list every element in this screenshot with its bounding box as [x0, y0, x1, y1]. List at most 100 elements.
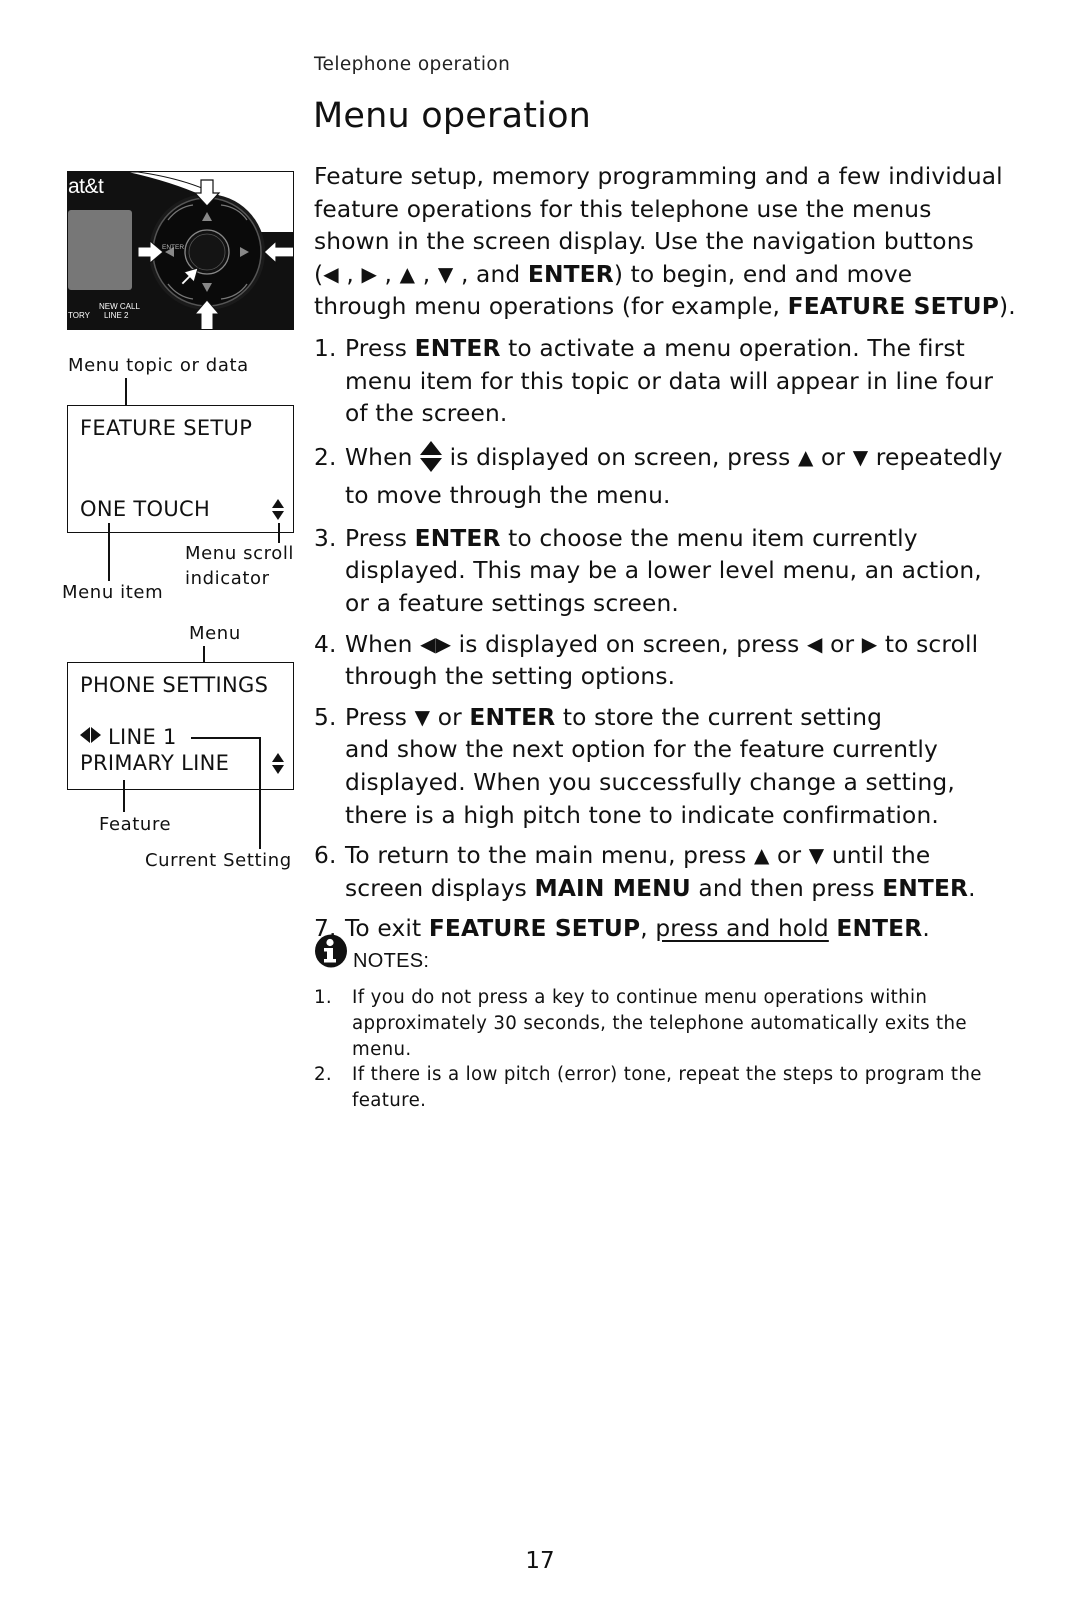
- text: ,: [640, 915, 656, 943]
- text: or: [813, 443, 853, 471]
- note-1: 1. If you do not press a key to continue…: [314, 985, 1034, 1062]
- line2-key-label: LINE 2: [104, 311, 129, 320]
- text: menu item for this topic or data will ap…: [345, 367, 994, 395]
- callout-line: [203, 646, 205, 662]
- up-arrow-icon: ▲: [753, 843, 770, 868]
- text: displayed. This may be a lower level men…: [345, 557, 982, 585]
- text: and show the next option for the feature…: [345, 736, 938, 764]
- scroll-indicator-icon: [272, 499, 284, 521]
- enter-key-name: ENTER: [527, 260, 614, 288]
- text: or: [769, 842, 809, 870]
- text: , and: [453, 260, 528, 288]
- lcd-menu-topic: FEATURE SETUP: [80, 416, 253, 440]
- text: .: [968, 874, 976, 902]
- callout-current-setting: Current Setting: [145, 850, 292, 871]
- left-right-indicator-icon: [80, 727, 102, 743]
- right-arrow-icon: ▶: [361, 261, 377, 286]
- text: To return to the main menu, press: [345, 842, 754, 870]
- callout-line: [123, 780, 125, 812]
- main-menu-term: MAIN MENU: [534, 874, 691, 902]
- info-icon: [315, 934, 347, 968]
- enter-key-label: ENTER: [162, 244, 185, 251]
- lcd-menu-item: ONE TOUCH: [80, 497, 211, 521]
- lcd-menu-title: PHONE SETTINGS: [80, 673, 269, 697]
- separator: ,: [415, 260, 438, 288]
- step-1: 1. Press ENTER to activate a menu operat…: [314, 333, 1044, 431]
- step-number: 3.: [314, 524, 337, 552]
- text: Press: [345, 524, 415, 552]
- press-and-hold-emphasis: press and hold: [655, 915, 829, 943]
- left-arrow-icon: ◀: [323, 261, 339, 286]
- callout-menu: Menu: [189, 623, 241, 644]
- feature-setup-term: FEATURE SETUP: [428, 915, 641, 943]
- up-arrow-icon: ▲: [797, 444, 814, 469]
- key-name: ENTER: [414, 524, 501, 552]
- page-number: 17: [525, 1548, 555, 1574]
- callout-line: [108, 523, 110, 581]
- text: When: [345, 443, 421, 471]
- text: or: [430, 703, 470, 731]
- right-arrow-icon: ▶: [861, 631, 878, 656]
- callout-menu-item: Menu item: [62, 582, 164, 603]
- down-arrow-icon: ▼: [852, 444, 869, 469]
- step-2: 2. When is displayed on screen, press ▲ …: [314, 439, 1044, 515]
- down-arrow-icon: ▼: [808, 843, 825, 868]
- text: to move through the menu.: [345, 481, 671, 509]
- callout-line: [191, 737, 260, 739]
- callout-feature: Feature: [99, 814, 172, 835]
- text: is displayed on screen, press: [442, 443, 798, 471]
- up-arrow-icon: ▲: [399, 261, 416, 286]
- brand-logo: at&t: [68, 175, 104, 198]
- text: through the setting options.: [345, 663, 676, 691]
- text: there is a high pitch tone to indicate c…: [345, 801, 939, 829]
- callout-scroll-indicator-1: Menu scroll: [185, 543, 295, 564]
- separator: ,: [338, 260, 362, 288]
- step-3: 3. Press ENTER to choose the menu item c…: [314, 523, 1044, 621]
- step-number: 1.: [314, 334, 337, 362]
- key-name: ENTER: [414, 334, 501, 362]
- instructions-body: Feature setup, memory programming and a …: [314, 161, 1044, 954]
- text: is displayed on screen, press: [451, 630, 807, 658]
- step-5: 5. Press ▼ or ENTER to store the current…: [314, 702, 1044, 832]
- text: To exit: [345, 915, 429, 943]
- up-down-indicator-icon: [420, 440, 443, 474]
- text: until the: [824, 842, 931, 870]
- text: ) to begin, end and move: [613, 260, 913, 288]
- phone-keypad-illustration: at&t ENTER TORY NEW CALL LINE 2: [67, 171, 294, 330]
- step-number: 4.: [314, 630, 337, 658]
- lcd-current-setting: LINE 1: [108, 725, 177, 749]
- intro-line: Feature setup, memory programming and a …: [314, 163, 1003, 190]
- text: feature.: [352, 1090, 427, 1112]
- step-7: 7. To exit FEATURE SETUP, press and hold…: [314, 913, 1044, 946]
- text: of the screen.: [345, 400, 508, 428]
- left-arrow-icon: ◀: [807, 631, 823, 656]
- key-name: ENTER: [469, 703, 556, 731]
- text: Press: [345, 703, 415, 731]
- intro-line: feature operations for this telephone us…: [314, 195, 932, 223]
- text: through menu operations (for example,: [314, 293, 788, 321]
- text: or a feature settings screen.: [345, 589, 679, 617]
- feature-setup-term: FEATURE SETUP: [787, 293, 999, 321]
- callout-line: [259, 737, 261, 849]
- down-arrow-icon: ▼: [414, 704, 431, 729]
- callout-line: [125, 378, 127, 405]
- callout-menu-topic: Menu topic or data: [68, 355, 249, 376]
- step-4: 4. When ◀▶ is displayed on screen, press…: [314, 629, 1044, 694]
- steps-list: 1. Press ENTER to activate a menu operat…: [314, 333, 1044, 946]
- text: and then press: [690, 874, 883, 902]
- notes-list: 1. If you do not press a key to continue…: [314, 985, 1034, 1114]
- intro-line: shown in the screen display. Use the nav…: [314, 228, 974, 256]
- text: menu.: [352, 1038, 412, 1060]
- left-right-indicator-icon: ◀▶: [420, 631, 452, 656]
- note-number: 2.: [314, 1064, 333, 1086]
- note-2: 2. If there is a low pitch (error) tone,…: [314, 1062, 1034, 1114]
- notes-label: NOTES:: [353, 950, 430, 972]
- text: to activate a menu operation. The first: [500, 334, 965, 362]
- text: to scroll: [877, 630, 979, 658]
- callout-scroll-indicator-2: indicator: [185, 568, 270, 589]
- new-call-key-label: NEW CALL: [99, 302, 140, 311]
- lcd-feature-name: PRIMARY LINE: [80, 751, 230, 775]
- page-title: Menu operation: [313, 96, 592, 136]
- key-name: ENTER: [882, 874, 969, 902]
- down-arrow-icon: ▼: [437, 261, 454, 286]
